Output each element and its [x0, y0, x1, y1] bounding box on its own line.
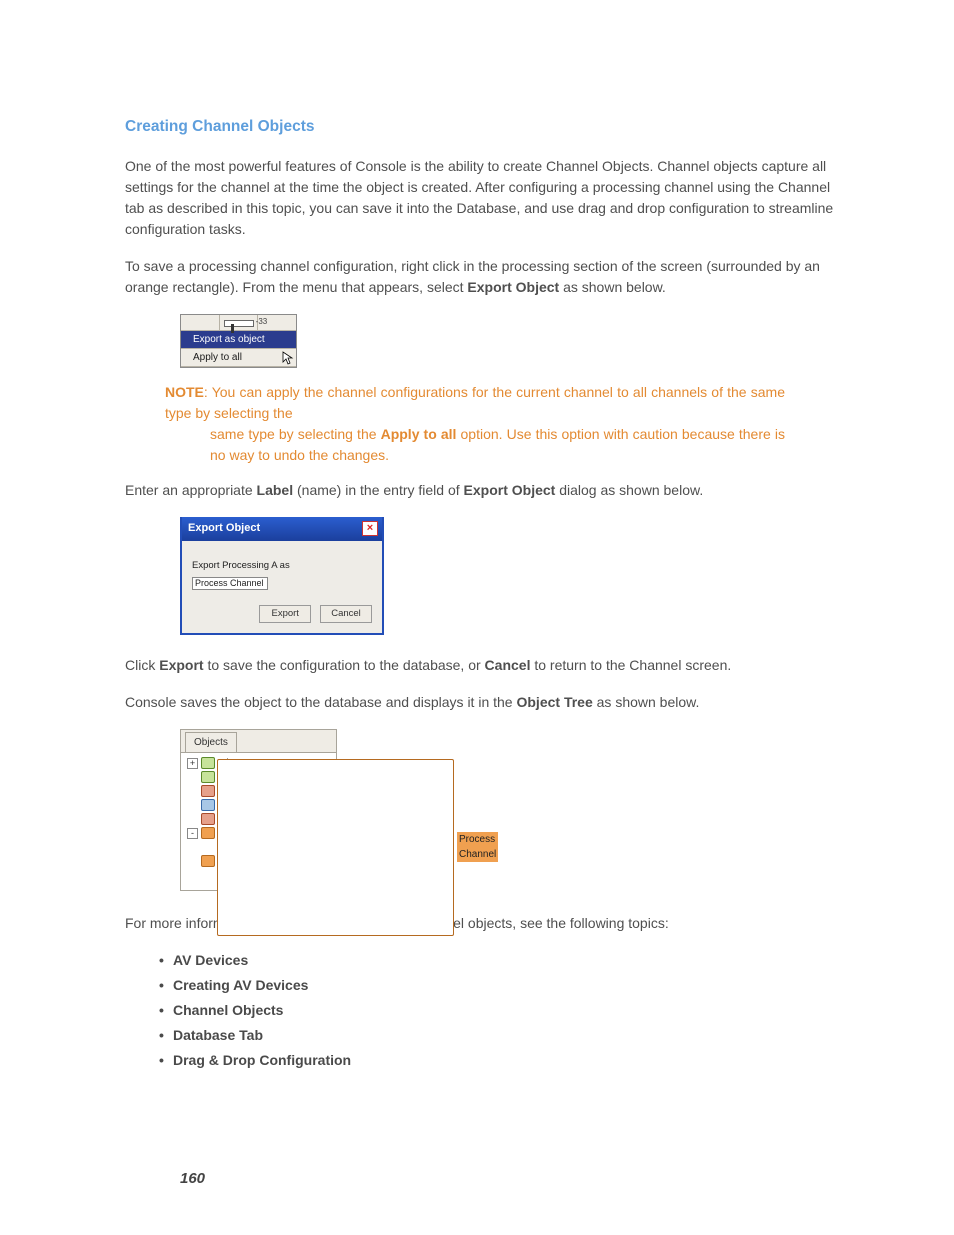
mic-icon: [201, 757, 215, 769]
line-icon: [201, 771, 215, 783]
note-a: : You can apply the channel configuratio…: [165, 384, 785, 421]
topic-drag-drop-config: Drag & Drop Configuration: [159, 1050, 844, 1071]
tree-panel: + Mic Line Telco Rx Output Telco Tx -: [181, 752, 336, 890]
para4-e: to return to the Channel screen.: [530, 657, 731, 673]
export-button[interactable]: Export: [259, 605, 311, 623]
context-menu-header: -33: [181, 315, 296, 331]
menu-item-export-as-object[interactable]: Export as object: [181, 331, 296, 349]
paragraph-4: Click Export to save the configuration t…: [125, 655, 844, 676]
para3-label: Label: [257, 482, 294, 498]
processing-icon: [201, 827, 215, 839]
note-line2-prefix: same type by selecting the: [210, 426, 381, 442]
topic-database-tab: Database Tab: [159, 1025, 844, 1046]
dialog-button-row: Export Cancel: [192, 605, 372, 623]
para5-a: Console saves the object to the database…: [125, 694, 516, 710]
paragraph-3: Enter an appropriate Label (name) in the…: [125, 480, 844, 501]
menu-item-apply-to-all[interactable]: Apply to all: [181, 349, 296, 367]
expand-icon[interactable]: +: [187, 758, 198, 769]
topic-creating-av-devices: Creating AV Devices: [159, 975, 844, 996]
cursor-icon: [282, 351, 294, 365]
tree-item-process-channel[interactable]: Process Channel: [183, 840, 336, 854]
telco-tx-icon: [201, 813, 215, 825]
note-block: NOTE: You can apply the channel configur…: [165, 382, 785, 466]
export-as-label: Export Processing A as: [192, 559, 372, 573]
telco-rx-icon: [201, 785, 215, 797]
dialog-titlebar: Export Object ×: [182, 517, 382, 541]
para4-export: Export: [159, 657, 203, 673]
related-topics-list: AV Devices Creating AV Devices Channel O…: [159, 950, 844, 1071]
slider-knob: [231, 324, 234, 333]
slider-track: [224, 320, 254, 327]
dialog-title: Export Object: [188, 520, 260, 537]
close-icon: ×: [367, 523, 373, 534]
output-icon: [201, 799, 215, 811]
para4-a: Click: [125, 657, 159, 673]
figure-context-menu: -33 Export as object Apply to all: [180, 314, 297, 368]
para2-c: as shown below.: [559, 279, 666, 295]
paragraph-2: To save a processing channel configurati…: [125, 256, 844, 298]
topic-av-devices: AV Devices: [159, 950, 844, 971]
process-channel-icon: [217, 759, 454, 936]
section-heading: Creating Channel Objects: [125, 115, 844, 138]
note-apply-to-all: Apply to all: [381, 426, 457, 442]
note-label: NOTE: [165, 384, 204, 400]
fader-icon: [201, 855, 215, 867]
para2-export-object: Export Object: [467, 279, 559, 295]
tree-label-process-channel: Process Channel: [457, 832, 498, 862]
dialog-body: Export Processing A as Export Cancel: [182, 541, 382, 634]
cancel-button[interactable]: Cancel: [320, 605, 372, 623]
para3-export-object: Export Object: [464, 482, 556, 498]
collapse-icon[interactable]: -: [187, 828, 198, 839]
para3-e: dialog as shown below.: [555, 482, 703, 498]
paragraph-1: One of the most powerful features of Con…: [125, 156, 844, 240]
document-page: Creating Channel Objects One of the most…: [0, 0, 954, 1235]
para5-c: as shown below.: [593, 694, 700, 710]
paragraph-5: Console saves the object to the database…: [125, 692, 844, 713]
objects-tab[interactable]: Objects: [185, 732, 237, 752]
page-number: 160: [180, 1168, 205, 1191]
para3-c: (name) in the entry field of: [293, 482, 463, 498]
export-name-input[interactable]: [192, 577, 268, 590]
para5-object-tree: Object Tree: [516, 694, 592, 710]
figure-object-tree: Objects + Mic Line Telco Rx Output Telc: [180, 729, 337, 891]
para4-c: to save the configuration to the databas…: [204, 657, 485, 673]
para4-cancel: Cancel: [485, 657, 531, 673]
topic-channel-objects: Channel Objects: [159, 1000, 844, 1021]
para3-a: Enter an appropriate: [125, 482, 257, 498]
figure-export-dialog: Export Object × Export Processing A as E…: [180, 517, 384, 635]
close-button[interactable]: ×: [362, 521, 378, 536]
